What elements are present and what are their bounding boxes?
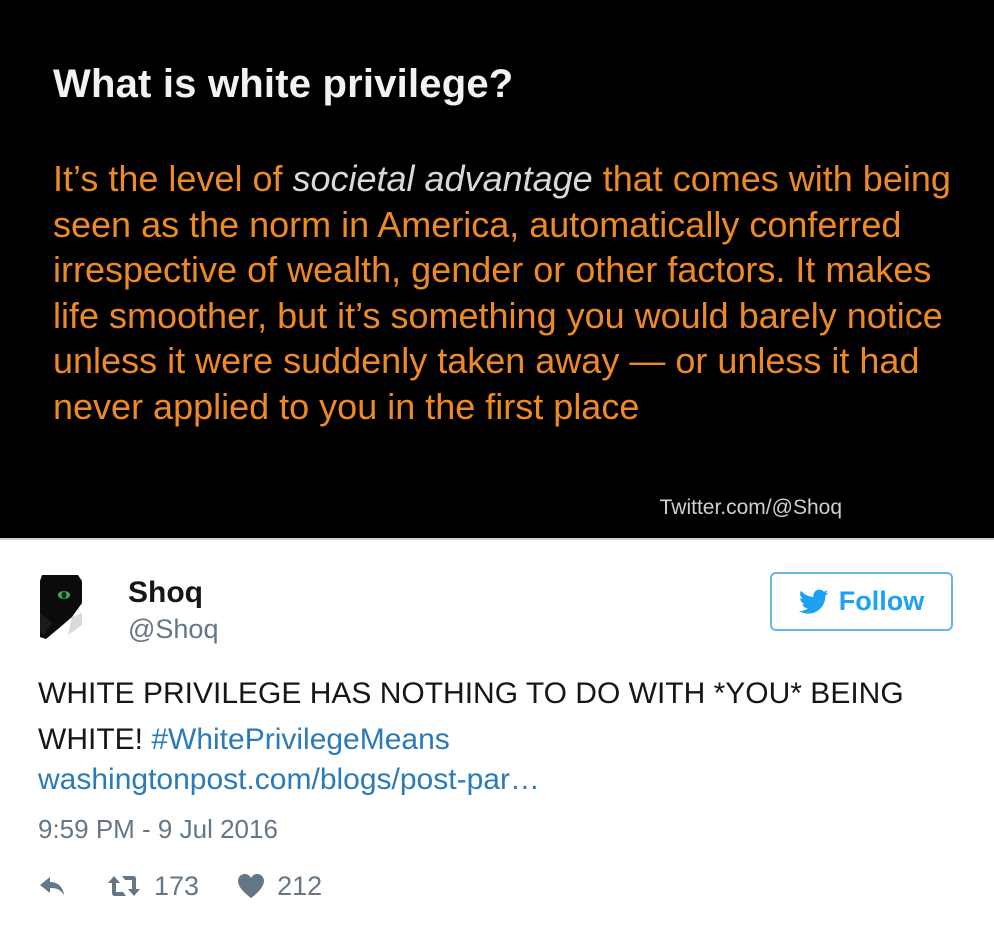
media-credit: Twitter.com/@Shoq: [659, 496, 842, 519]
media-title: What is white privilege?: [53, 62, 514, 106]
author-handle[interactable]: @Shoq: [128, 614, 218, 645]
author-name[interactable]: Shoq: [128, 576, 203, 610]
article-link[interactable]: washingtonpost.com/blogs/post-par…: [38, 763, 540, 797]
tweet-actions: 173 212: [38, 866, 322, 906]
retweet-icon: [108, 876, 140, 896]
embedded-tweet: What is white privilege? It’s the level …: [0, 0, 994, 934]
heart-icon: [238, 874, 265, 898]
reply-button[interactable]: [38, 875, 66, 897]
follow-button-label: Follow: [838, 586, 925, 616]
retweet-count: 173: [154, 870, 200, 901]
like-button[interactable]: 212: [237, 871, 322, 902]
tweet-timestamp[interactable]: 9:59 PM - 9 Jul 2016: [38, 814, 278, 845]
media-body-text: It’s the level of societal advantage tha…: [53, 156, 963, 429]
media-body-start: It’s the level of: [53, 158, 293, 199]
hashtag-link[interactable]: #WhitePrivilegeMeans: [151, 723, 449, 756]
author-avatar[interactable]: [38, 573, 84, 641]
follow-button[interactable]: Follow: [770, 572, 953, 631]
reply-icon: [40, 877, 64, 895]
tweet-media-image[interactable]: What is white privilege? It’s the level …: [0, 0, 994, 540]
black-cat-avatar-icon: [40, 575, 82, 639]
retweet-button[interactable]: 173: [106, 871, 199, 902]
tweet-text: WHITE PRIVILEGE HAS NOTHING TO DO WITH *…: [38, 671, 958, 763]
twitter-bird-icon: [798, 589, 829, 614]
media-body-highlight: societal advantage: [292, 158, 593, 199]
like-count: 212: [277, 870, 323, 901]
